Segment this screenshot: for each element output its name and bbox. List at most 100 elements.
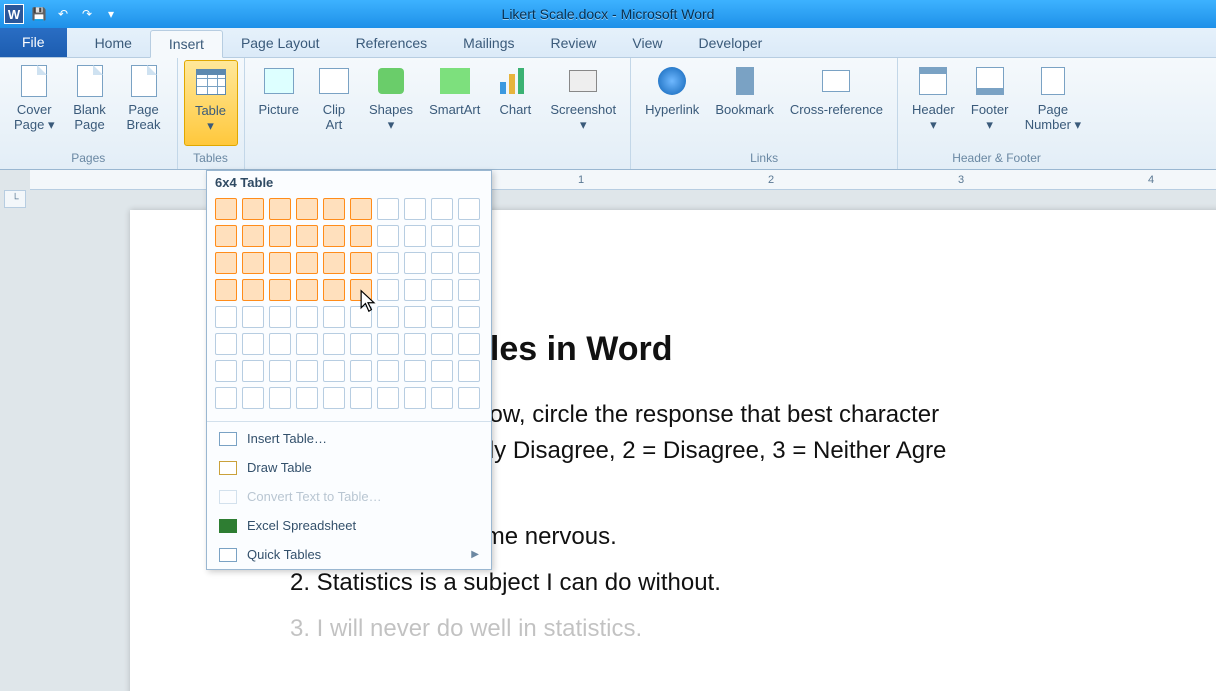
chart-button[interactable]: Chart — [488, 60, 542, 146]
grid-cell[interactable] — [296, 225, 318, 247]
grid-cell[interactable] — [404, 306, 426, 328]
grid-cell[interactable] — [431, 333, 453, 355]
grid-cell[interactable] — [404, 198, 426, 220]
grid-cell[interactable] — [296, 306, 318, 328]
grid-cell[interactable] — [215, 387, 237, 409]
grid-cell[interactable] — [377, 279, 399, 301]
excel-spreadsheet-menu-item[interactable]: Excel Spreadsheet — [207, 511, 491, 540]
grid-cell[interactable] — [296, 252, 318, 274]
grid-cell[interactable] — [458, 252, 480, 274]
grid-cell[interactable] — [350, 225, 372, 247]
grid-cell[interactable] — [296, 333, 318, 355]
blank-page-button[interactable]: Blank Page — [63, 60, 117, 146]
grid-cell[interactable] — [458, 198, 480, 220]
grid-cell[interactable] — [215, 333, 237, 355]
tab-file[interactable]: File — [0, 27, 67, 57]
grid-cell[interactable] — [242, 333, 264, 355]
tab-mailings[interactable]: Mailings — [445, 29, 532, 57]
page-break-button[interactable]: Page Break — [117, 60, 171, 146]
grid-cell[interactable] — [323, 279, 345, 301]
grid-cell[interactable] — [323, 387, 345, 409]
grid-cell[interactable] — [323, 306, 345, 328]
grid-cell[interactable] — [296, 360, 318, 382]
tab-view[interactable]: View — [614, 29, 680, 57]
grid-cell[interactable] — [377, 333, 399, 355]
grid-cell[interactable] — [242, 225, 264, 247]
grid-cell[interactable] — [431, 198, 453, 220]
grid-cell[interactable] — [215, 225, 237, 247]
grid-cell[interactable] — [269, 198, 291, 220]
page-number-button[interactable]: Page Number ▾ — [1017, 60, 1089, 146]
grid-cell[interactable] — [215, 360, 237, 382]
insert-table-menu-item[interactable]: Insert Table… — [207, 424, 491, 453]
tab-selector[interactable]: └ — [4, 190, 26, 208]
grid-cell[interactable] — [377, 387, 399, 409]
grid-cell[interactable] — [404, 360, 426, 382]
undo-icon[interactable]: ↶ — [54, 5, 72, 23]
grid-cell[interactable] — [377, 252, 399, 274]
hyperlink-button[interactable]: Hyperlink — [637, 60, 707, 146]
save-icon[interactable]: 💾 — [30, 5, 48, 23]
grid-cell[interactable] — [458, 360, 480, 382]
header-button[interactable]: Header ▾ — [904, 60, 963, 146]
grid-cell[interactable] — [377, 198, 399, 220]
grid-cell[interactable] — [323, 333, 345, 355]
cover-page-button[interactable]: Cover Page ▾ — [6, 60, 63, 146]
grid-cell[interactable] — [404, 333, 426, 355]
grid-cell[interactable] — [350, 198, 372, 220]
grid-cell[interactable] — [269, 252, 291, 274]
grid-cell[interactable] — [350, 387, 372, 409]
grid-cell[interactable] — [377, 360, 399, 382]
grid-cell[interactable] — [431, 387, 453, 409]
grid-cell[interactable] — [269, 333, 291, 355]
clip-art-button[interactable]: Clip Art — [307, 60, 361, 146]
grid-cell[interactable] — [458, 387, 480, 409]
tab-home[interactable]: Home — [77, 29, 150, 57]
grid-cell[interactable] — [350, 306, 372, 328]
footer-button[interactable]: Footer ▾ — [963, 60, 1017, 146]
tab-page-layout[interactable]: Page Layout — [223, 29, 338, 57]
grid-cell[interactable] — [431, 306, 453, 328]
screenshot-button[interactable]: Screenshot ▾ — [542, 60, 624, 146]
tab-references[interactable]: References — [338, 29, 446, 57]
grid-cell[interactable] — [404, 225, 426, 247]
grid-cell[interactable] — [431, 252, 453, 274]
grid-cell[interactable] — [215, 306, 237, 328]
grid-cell[interactable] — [458, 333, 480, 355]
table-size-grid[interactable] — [207, 194, 491, 419]
grid-cell[interactable] — [458, 306, 480, 328]
quick-tables-menu-item[interactable]: Quick Tables▶ — [207, 540, 491, 569]
grid-cell[interactable] — [350, 333, 372, 355]
grid-cell[interactable] — [377, 306, 399, 328]
grid-cell[interactable] — [404, 279, 426, 301]
cross-reference-button[interactable]: Cross-reference — [782, 60, 891, 146]
grid-cell[interactable] — [323, 360, 345, 382]
grid-cell[interactable] — [458, 225, 480, 247]
grid-cell[interactable] — [215, 252, 237, 274]
grid-cell[interactable] — [431, 360, 453, 382]
grid-cell[interactable] — [323, 252, 345, 274]
grid-cell[interactable] — [215, 198, 237, 220]
grid-cell[interactable] — [215, 279, 237, 301]
grid-cell[interactable] — [242, 252, 264, 274]
grid-cell[interactable] — [404, 252, 426, 274]
grid-cell[interactable] — [242, 198, 264, 220]
picture-button[interactable]: Picture — [251, 60, 307, 146]
grid-cell[interactable] — [296, 198, 318, 220]
grid-cell[interactable] — [377, 225, 399, 247]
grid-cell[interactable] — [269, 306, 291, 328]
grid-cell[interactable] — [296, 279, 318, 301]
grid-cell[interactable] — [350, 279, 372, 301]
grid-cell[interactable] — [350, 360, 372, 382]
grid-cell[interactable] — [269, 279, 291, 301]
grid-cell[interactable] — [431, 225, 453, 247]
tab-developer[interactable]: Developer — [681, 29, 781, 57]
grid-cell[interactable] — [458, 279, 480, 301]
tab-review[interactable]: Review — [533, 29, 615, 57]
draw-table-menu-item[interactable]: Draw Table — [207, 453, 491, 482]
grid-cell[interactable] — [269, 225, 291, 247]
grid-cell[interactable] — [404, 387, 426, 409]
qat-customize-icon[interactable]: ▾ — [102, 5, 120, 23]
grid-cell[interactable] — [296, 387, 318, 409]
smartart-button[interactable]: SmartArt — [421, 60, 488, 146]
